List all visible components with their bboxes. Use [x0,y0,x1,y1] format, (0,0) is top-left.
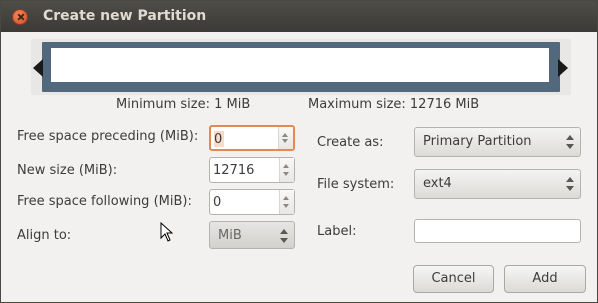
select-arrows-icon [279,229,289,243]
select-arrows-icon [565,177,575,191]
spin-down-icon[interactable] [283,204,289,208]
new-size-spinbox[interactable] [209,157,295,183]
spin-buttons[interactable] [278,127,293,149]
file-system-value: ext4 [423,176,452,191]
window-title: Create new Partition [43,8,207,24]
spin-up-icon[interactable] [283,164,289,168]
partition-bar-fill [51,48,549,82]
minimum-size-label: Minimum size: 1 MiB [116,97,251,112]
label-field-label: Label: [317,224,357,239]
spin-down-icon[interactable] [283,172,289,176]
spin-up-icon[interactable] [282,133,288,137]
align-to-select[interactable]: MiB [209,221,295,249]
spin-down-icon[interactable] [282,139,288,143]
new-size-label: New size (MiB): [17,163,118,178]
spin-up-icon[interactable] [283,196,289,200]
align-to-value: MiB [218,228,242,243]
right-arrow-icon[interactable] [558,59,568,77]
free-space-preceding-input[interactable] [214,130,274,148]
create-as-value: Primary Partition [423,134,532,149]
select-arrows-icon [565,135,575,149]
maximum-size-label: Maximum size: 12716 MiB [308,97,480,112]
titlebar[interactable]: Create new Partition [1,1,597,32]
label-input[interactable] [414,219,581,243]
spin-buttons[interactable] [279,190,294,214]
create-as-label: Create as: [317,135,384,150]
align-to-label: Align to: [17,228,72,243]
file-system-select[interactable]: ext4 [414,169,581,199]
file-system-label: File system: [317,177,395,192]
create-as-select[interactable]: Primary Partition [414,127,581,157]
free-space-following-label: Free space following (MiB): [17,194,192,209]
left-arrow-icon[interactable] [33,59,43,77]
close-icon[interactable] [12,9,28,25]
free-space-preceding-spinbox[interactable] [209,125,295,151]
new-size-input[interactable] [213,161,273,179]
free-space-preceding-label: Free space preceding (MiB): [17,129,199,144]
cancel-button[interactable]: Cancel [413,265,494,293]
spin-buttons[interactable] [279,158,294,182]
free-space-following-spinbox[interactable] [209,189,295,215]
add-button[interactable]: Add [504,265,586,293]
create-partition-dialog: Create new Partition Minimum size: 1 MiB… [0,0,598,303]
mouse-pointer-icon [160,222,174,242]
free-space-following-input[interactable] [213,193,273,211]
